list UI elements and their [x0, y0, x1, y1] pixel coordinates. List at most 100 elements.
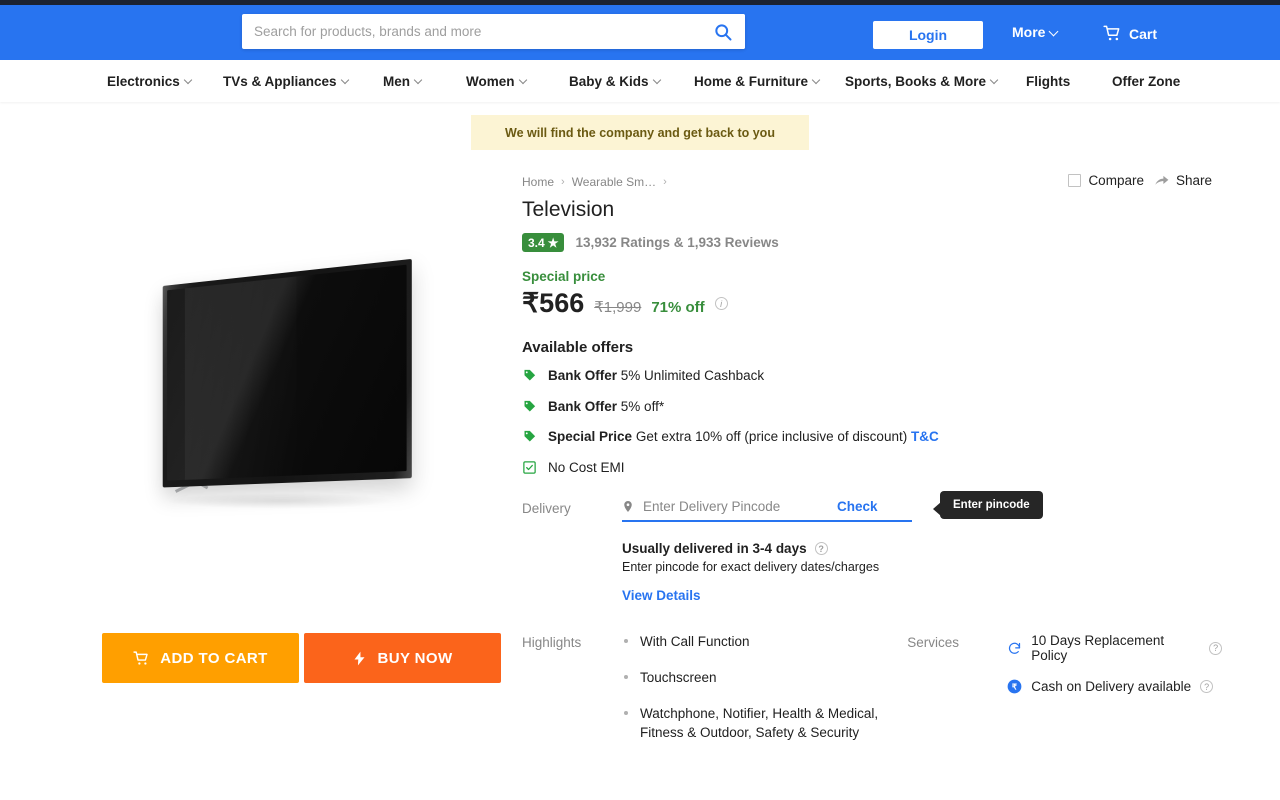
nav-item-tvs-appliances[interactable]: TVs & Appliances: [223, 74, 351, 89]
service-help-icon[interactable]: ?: [1209, 641, 1222, 655]
services-block: Services 10 Days Replacement Policy? ₹ Cas…: [907, 633, 1222, 760]
tv-screen: [167, 264, 407, 481]
cart-icon: [1103, 25, 1120, 41]
nav-item-flights[interactable]: Flights: [1026, 74, 1070, 89]
chevron-down-icon: [185, 77, 194, 86]
delivery-section: Delivery Check Enter pincode Usually del…: [522, 491, 1222, 603]
offer-tag-icon: [522, 429, 537, 444]
cart-button[interactable]: Cart: [1103, 24, 1157, 43]
more-menu[interactable]: More: [1012, 24, 1059, 40]
chevron-down-icon: [654, 77, 663, 86]
breadcrumb-separator-icon: ›: [561, 176, 565, 188]
offer-tag-icon: [524, 369, 536, 381]
nav-item-label: Men: [383, 73, 410, 89]
emi-check-icon: [523, 460, 536, 474]
pincode-row: Check Enter pincode: [622, 491, 1043, 523]
nav-item-label: Women: [466, 73, 515, 89]
chevron-down-icon: [520, 77, 529, 86]
offer-item: Bank Offer 5% Unlimited Cashback: [522, 368, 1222, 384]
rating-count[interactable]: 13,932 Ratings & 1,933 Reviews: [575, 235, 778, 250]
chevron-down-icon: [342, 77, 351, 86]
cod-rupee-icon: ₹: [1007, 679, 1022, 694]
view-details-link[interactable]: View Details: [622, 588, 912, 603]
nav-item-label: Offer Zone: [1112, 73, 1181, 89]
cart-label: Cart: [1129, 25, 1158, 42]
current-price: ₹566: [522, 288, 585, 318]
nav-item-label: Electronics: [107, 73, 180, 89]
services-label: Services: [907, 635, 960, 651]
highlights-services-section: Highlights With Call Function Touchscreen…: [522, 633, 1222, 760]
add-to-cart-label: ADD TO CART: [160, 649, 268, 667]
pincode-tooltip: Enter pincode: [933, 491, 1043, 520]
search-icon: [715, 23, 732, 40]
chevron-down-icon: [415, 77, 424, 86]
nav-item-label: Sports, Books & More: [845, 73, 987, 89]
highlights-label: Highlights: [522, 635, 582, 651]
nav-item-home-furniture[interactable]: Home & Furniture: [694, 74, 822, 89]
offer-text: Bank Offer 5% Unlimited Cashback: [548, 368, 765, 383]
original-price: ₹1,999: [594, 299, 642, 316]
nav-item-label: Baby & Kids: [569, 73, 649, 89]
offer-tc-link[interactable]: T&C: [911, 429, 939, 444]
delivery-eta-text: Usually delivered in 3-4 days: [622, 541, 807, 557]
offer-title: Special Price: [548, 429, 633, 445]
product-media-column: ADD TO CART BUY NOW: [60, 165, 501, 683]
product-image-container[interactable]: [60, 165, 500, 615]
offer-tag-icon: [524, 400, 536, 412]
product-detail-page: Login More Cart Electronics TVs & Applian…: [0, 0, 1280, 800]
rating-value: 3.4: [528, 235, 545, 250]
delivery-eta: Usually delivered in 3-4 days ?: [622, 541, 912, 556]
price-info-icon[interactable]: i: [714, 297, 728, 310]
rating-row: 3.4 ★ 13,932 Ratings & 1,933 Reviews: [522, 233, 1222, 252]
delivery-help-icon[interactable]: ?: [814, 542, 828, 556]
add-to-cart-button[interactable]: ADD TO CART: [102, 633, 299, 683]
service-text: Cash on Delivery available: [1031, 679, 1192, 695]
buy-now-label: BUY NOW: [377, 649, 453, 667]
chevron-down-icon: [813, 77, 822, 86]
login-button[interactable]: Login: [873, 21, 983, 49]
search-bar[interactable]: [242, 14, 745, 49]
offer-tag-icon: [522, 399, 537, 414]
chevron-down-icon: [1050, 28, 1059, 37]
breadcrumb-item[interactable]: Wearable Sm…: [572, 175, 656, 189]
pincode-field[interactable]: Check: [622, 499, 912, 523]
nav-item-sports-books-more[interactable]: Sports, Books & More: [845, 74, 1000, 89]
more-label: More: [1012, 24, 1046, 40]
discount-percent: 71% off: [651, 299, 705, 316]
offer-text: No Cost EMI: [548, 459, 625, 475]
offer-tag-icon: [522, 368, 537, 383]
page-title: Television: [522, 198, 615, 221]
nav-item-baby-kids[interactable]: Baby & Kids: [569, 74, 663, 89]
banner-text: We will find the company and get back to…: [505, 125, 775, 140]
nav-item-women[interactable]: Women: [466, 74, 529, 89]
chevron-down-icon: [991, 77, 1000, 86]
special-price-label: Special price: [522, 269, 606, 284]
replacement-icon: [1009, 642, 1021, 654]
check-pincode-button[interactable]: Check: [837, 499, 878, 514]
search-input[interactable]: [242, 15, 701, 48]
nav-item-label: Home & Furniture: [694, 73, 809, 89]
breadcrumb: Home › Wearable Sm… ›: [522, 175, 1222, 189]
price-row: ₹566 ₹1,999 71% off i: [522, 288, 1222, 319]
tv-bezel: [162, 258, 412, 488]
breadcrumb-item[interactable]: Home: [522, 175, 554, 189]
nav-item-electronics[interactable]: Electronics: [107, 74, 194, 89]
television-product-image: [130, 255, 430, 525]
nav-item-offer-zone[interactable]: Offer Zone: [1112, 74, 1180, 89]
offer-item: Special Price Get extra 10% off (price i…: [522, 429, 1222, 445]
product-shadow: [165, 493, 395, 509]
nav-item-men[interactable]: Men: [383, 74, 424, 89]
product-detail-column: Home › Wearable Sm… › Television 3.4 ★ 13,9…: [522, 175, 1222, 760]
offer-title: Bank Offer: [548, 368, 618, 383]
search-button[interactable]: [701, 14, 745, 49]
pincode-input[interactable]: [643, 499, 828, 515]
category-navbar: Electronics TVs & Appliances Men Women Baby …: [0, 60, 1280, 102]
site-header: Login More Cart: [0, 5, 1280, 60]
offer-text: Special Price Get extra 10% off (price i…: [548, 429, 939, 445]
buy-now-button[interactable]: BUY NOW: [304, 633, 501, 683]
service-help-icon[interactable]: ?: [1200, 680, 1214, 694]
offers-list: Bank Offer 5% Unlimited Cashback Bank Off…: [522, 368, 1222, 475]
emi-check-icon: [522, 460, 537, 475]
available-offers-heading: Available offers: [522, 339, 634, 356]
purchase-buttons: ADD TO CART BUY NOW: [102, 633, 501, 683]
